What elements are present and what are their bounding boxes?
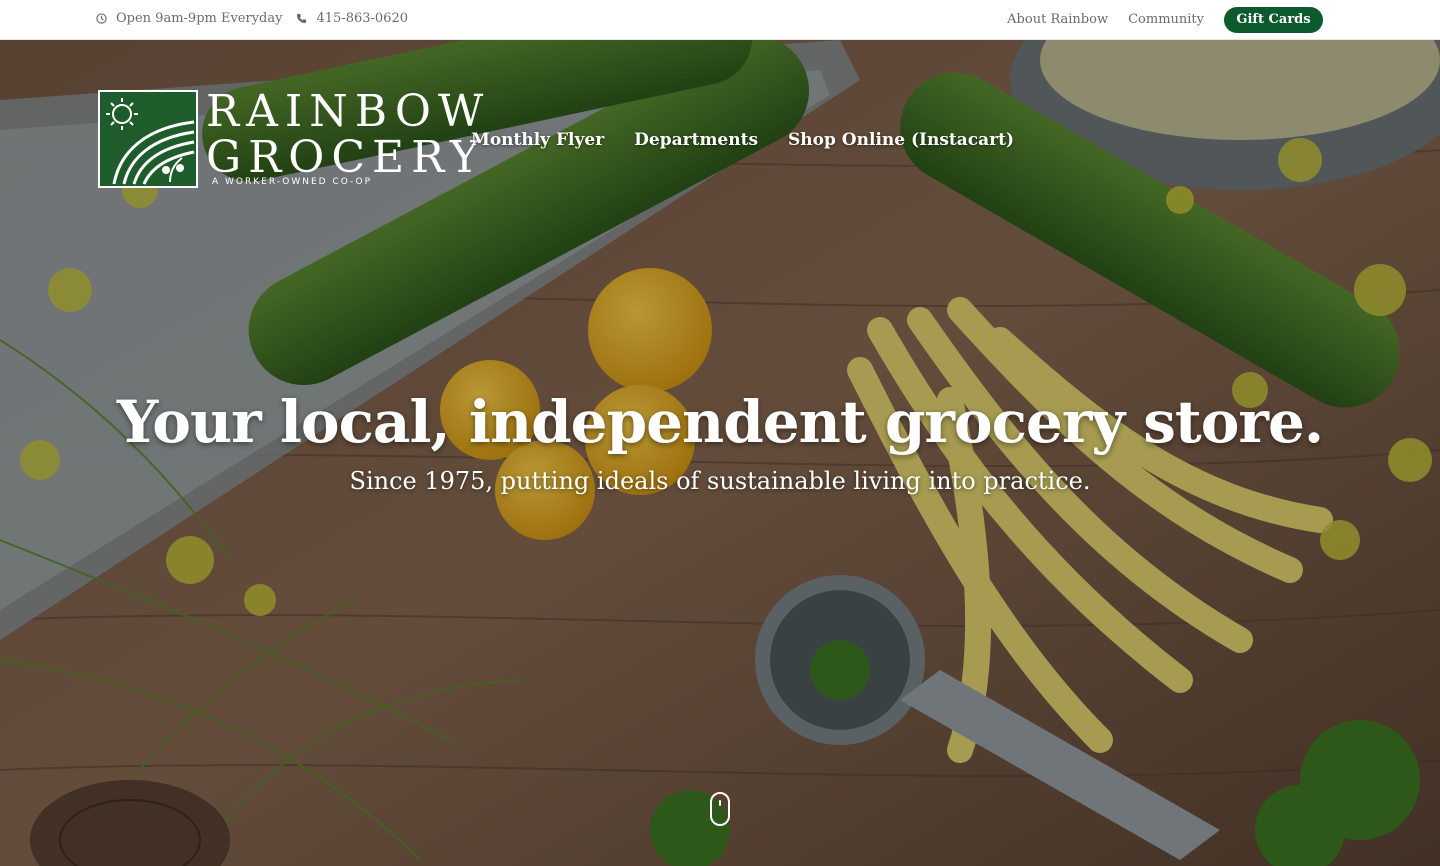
- phone-icon: [297, 13, 307, 24]
- store-hours: Open 9am-9pm Everyday: [96, 11, 282, 26]
- nav-shop-online[interactable]: Shop Online (Instacart): [788, 130, 1014, 150]
- nav-monthly-flyer[interactable]: Monthly Flyer: [471, 130, 604, 150]
- logo-mark-icon: [98, 90, 198, 188]
- logo-tagline: A WORKER-OWNED CO-OP: [212, 177, 373, 187]
- about-rainbow-link[interactable]: About Rainbow: [1007, 7, 1108, 33]
- gift-cards-button[interactable]: Gift Cards: [1224, 7, 1323, 33]
- community-link[interactable]: Community: [1128, 7, 1204, 33]
- clock-icon: [96, 13, 107, 24]
- nav-departments[interactable]: Departments: [634, 130, 758, 150]
- hero-subheadline: Since 1975, putting ideals of sustainabl…: [349, 467, 1091, 495]
- logo-word-rainbow: RAINBOW: [206, 86, 491, 137]
- scroll-dot: [719, 800, 721, 806]
- store-phone[interactable]: 415-863-0620: [296, 11, 408, 26]
- store-info: Open 9am-9pm Everyday 415-863-0620: [96, 11, 422, 26]
- main-nav: Monthly Flyer Departments Shop Online (I…: [471, 130, 1044, 150]
- rainbow-grocery-logo[interactable]: RAINBOW GROCERY A WORKER-OWNED CO-OP: [98, 90, 483, 190]
- scroll-down-icon[interactable]: [710, 792, 730, 826]
- logo-word-grocery: GROCERY: [206, 132, 486, 183]
- hero-section: RAINBOW GROCERY A WORKER-OWNED CO-OP Mon…: [0, 40, 1440, 866]
- store-hours-text: Open 9am-9pm Everyday: [116, 11, 283, 26]
- store-phone-text[interactable]: 415-863-0620: [316, 11, 408, 26]
- utility-links: About Rainbow Community Gift Cards: [987, 7, 1323, 33]
- top-utility-bar: Open 9am-9pm Everyday 415-863-0620 About…: [0, 0, 1440, 40]
- hero-headline: Your local, independent grocery store.: [116, 388, 1324, 456]
